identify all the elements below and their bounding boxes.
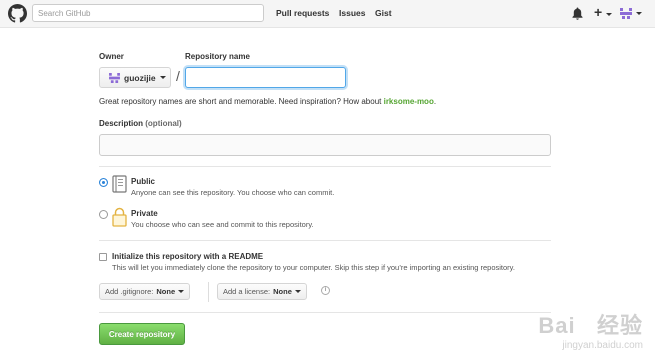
chevron-down-icon <box>159 76 166 79</box>
watermark-logo: Bai 经验 jingyan.baidu.com <box>538 308 643 351</box>
license-label: Add a license: <box>223 287 271 296</box>
private-radio[interactable] <box>99 210 108 219</box>
init-readme-description: This will let you immediately clone the … <box>112 263 515 272</box>
description-input[interactable] <box>99 134 551 156</box>
hint-suffix: . <box>433 97 437 106</box>
public-description: Anyone can see this repository. You choo… <box>131 188 335 197</box>
gitignore-select[interactable]: Add .gitignore: None <box>99 283 191 300</box>
repo-name-hint: Great repository names are short and mem… <box>99 97 436 106</box>
repo-name-input[interactable] <box>185 67 346 88</box>
chevron-down-icon <box>294 290 301 293</box>
avatar <box>620 8 632 20</box>
nav-gist[interactable]: Gist <box>375 8 392 18</box>
repo-name-label: Repository name <box>185 52 250 61</box>
search-input[interactable] <box>32 4 264 22</box>
github-logo-icon[interactable] <box>8 4 27 23</box>
chevron-down-icon <box>635 12 642 16</box>
description-label-text: Description <box>99 119 144 128</box>
new-plus-dropdown[interactable]: + <box>594 5 612 19</box>
gitignore-value: None <box>156 287 176 296</box>
create-repository-button[interactable]: Create repository <box>99 323 185 345</box>
plus-icon: + <box>594 4 603 20</box>
private-description: You choose who can see and commit to thi… <box>131 220 314 229</box>
nav-issues[interactable]: Issues <box>339 8 365 18</box>
license-select[interactable]: Add a license: None <box>217 283 307 300</box>
owner-avatar <box>109 72 120 83</box>
init-readme-title: Initialize this repository with a README <box>112 252 264 261</box>
divider <box>208 282 209 302</box>
divider <box>99 312 551 313</box>
divider <box>99 166 551 167</box>
lock-icon <box>112 207 127 227</box>
owner-select-button[interactable]: guozijie <box>99 67 171 88</box>
chevron-down-icon <box>178 290 185 293</box>
watermark-brand: Bai 经验 <box>538 313 643 338</box>
bell-icon[interactable] <box>572 7 583 20</box>
license-value: None <box>273 287 292 296</box>
description-label: Description (optional) <box>99 119 182 128</box>
optional-note: (optional) <box>145 119 182 128</box>
info-icon[interactable]: i <box>321 286 330 295</box>
nav-pull-requests[interactable]: Pull requests <box>276 8 329 18</box>
public-title: Public <box>131 177 156 186</box>
chevron-down-icon <box>605 13 612 17</box>
owner-name: guozijie <box>124 72 156 83</box>
user-menu-dropdown[interactable] <box>620 8 642 20</box>
hint-text: Great repository names are short and mem… <box>99 97 384 106</box>
owner-label: Owner <box>99 52 124 61</box>
gitignore-label: Add .gitignore: <box>105 287 154 296</box>
private-title: Private <box>131 209 158 218</box>
repo-book-icon <box>112 175 127 193</box>
owner-repo-separator: / <box>176 68 180 84</box>
divider <box>99 240 551 241</box>
init-readme-checkbox[interactable] <box>99 253 107 261</box>
site-header: Pull requests Issues Gist + <box>0 0 655 28</box>
watermark-url: jingyan.baidu.com <box>562 340 643 351</box>
name-suggestion-link[interactable]: irksome-moo <box>384 97 434 106</box>
public-radio[interactable] <box>99 178 108 187</box>
